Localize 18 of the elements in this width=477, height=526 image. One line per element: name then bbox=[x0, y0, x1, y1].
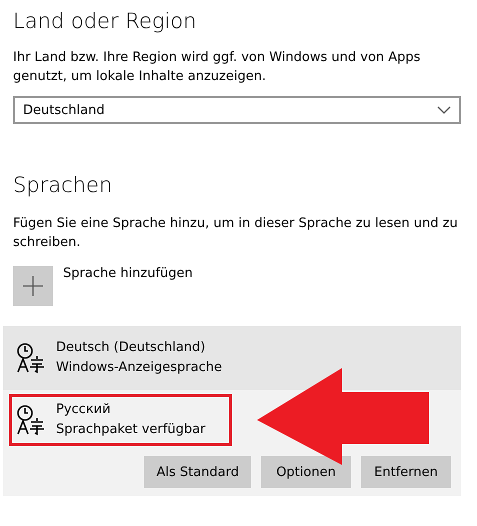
action-button[interactable]: Entfernen bbox=[361, 456, 451, 488]
language-icon bbox=[16, 342, 46, 374]
chevron-down-icon bbox=[437, 106, 451, 114]
add-language-button[interactable]: Sprache hinzufügen bbox=[13, 266, 193, 306]
section-heading: Land oder Region bbox=[13, 8, 198, 34]
description-text: Ihr Land bzw. Ihre Region wird ggf. von Windows und von Apps genutzt, um lokale Inhalte anzuzeigen. bbox=[13, 49, 422, 86]
language-status: Sprachpaket verfügbar bbox=[56, 421, 206, 439]
region-dropdown[interactable]: Deutschland bbox=[13, 96, 461, 124]
language-name: Deutsch (Deutschland) bbox=[56, 339, 206, 357]
plus-icon bbox=[23, 276, 43, 296]
action-button[interactable]: Optionen bbox=[261, 456, 351, 488]
section-heading: Sprachen bbox=[13, 172, 114, 198]
action-button[interactable]: Als Standard bbox=[144, 456, 251, 488]
language-name: Русский bbox=[56, 401, 112, 419]
description-text: Fügen Sie eine Sprache hinzu, um in dieser Sprache zu lesen und zu schreiben. bbox=[13, 215, 459, 252]
language-status: Windows-Anzeigesprache bbox=[56, 359, 222, 377]
language-icon bbox=[16, 404, 46, 436]
language-item[interactable]: Deutsch (Deutschland) Windows-Anzeigesprache bbox=[3, 326, 461, 390]
